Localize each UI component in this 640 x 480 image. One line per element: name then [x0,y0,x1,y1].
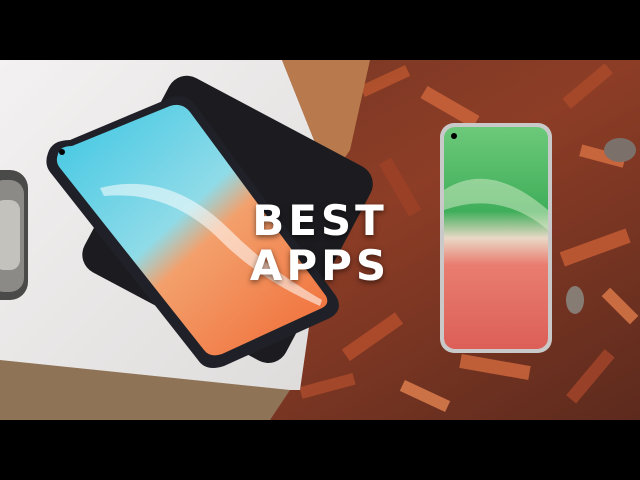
headline-line-2: APPS [249,241,391,290]
letterbox-bottom [0,420,640,480]
phone-left-camera [59,149,65,155]
letterbox-top [0,0,640,60]
headline-line-1: BEST [252,196,388,245]
phone-right-camera [451,133,457,139]
